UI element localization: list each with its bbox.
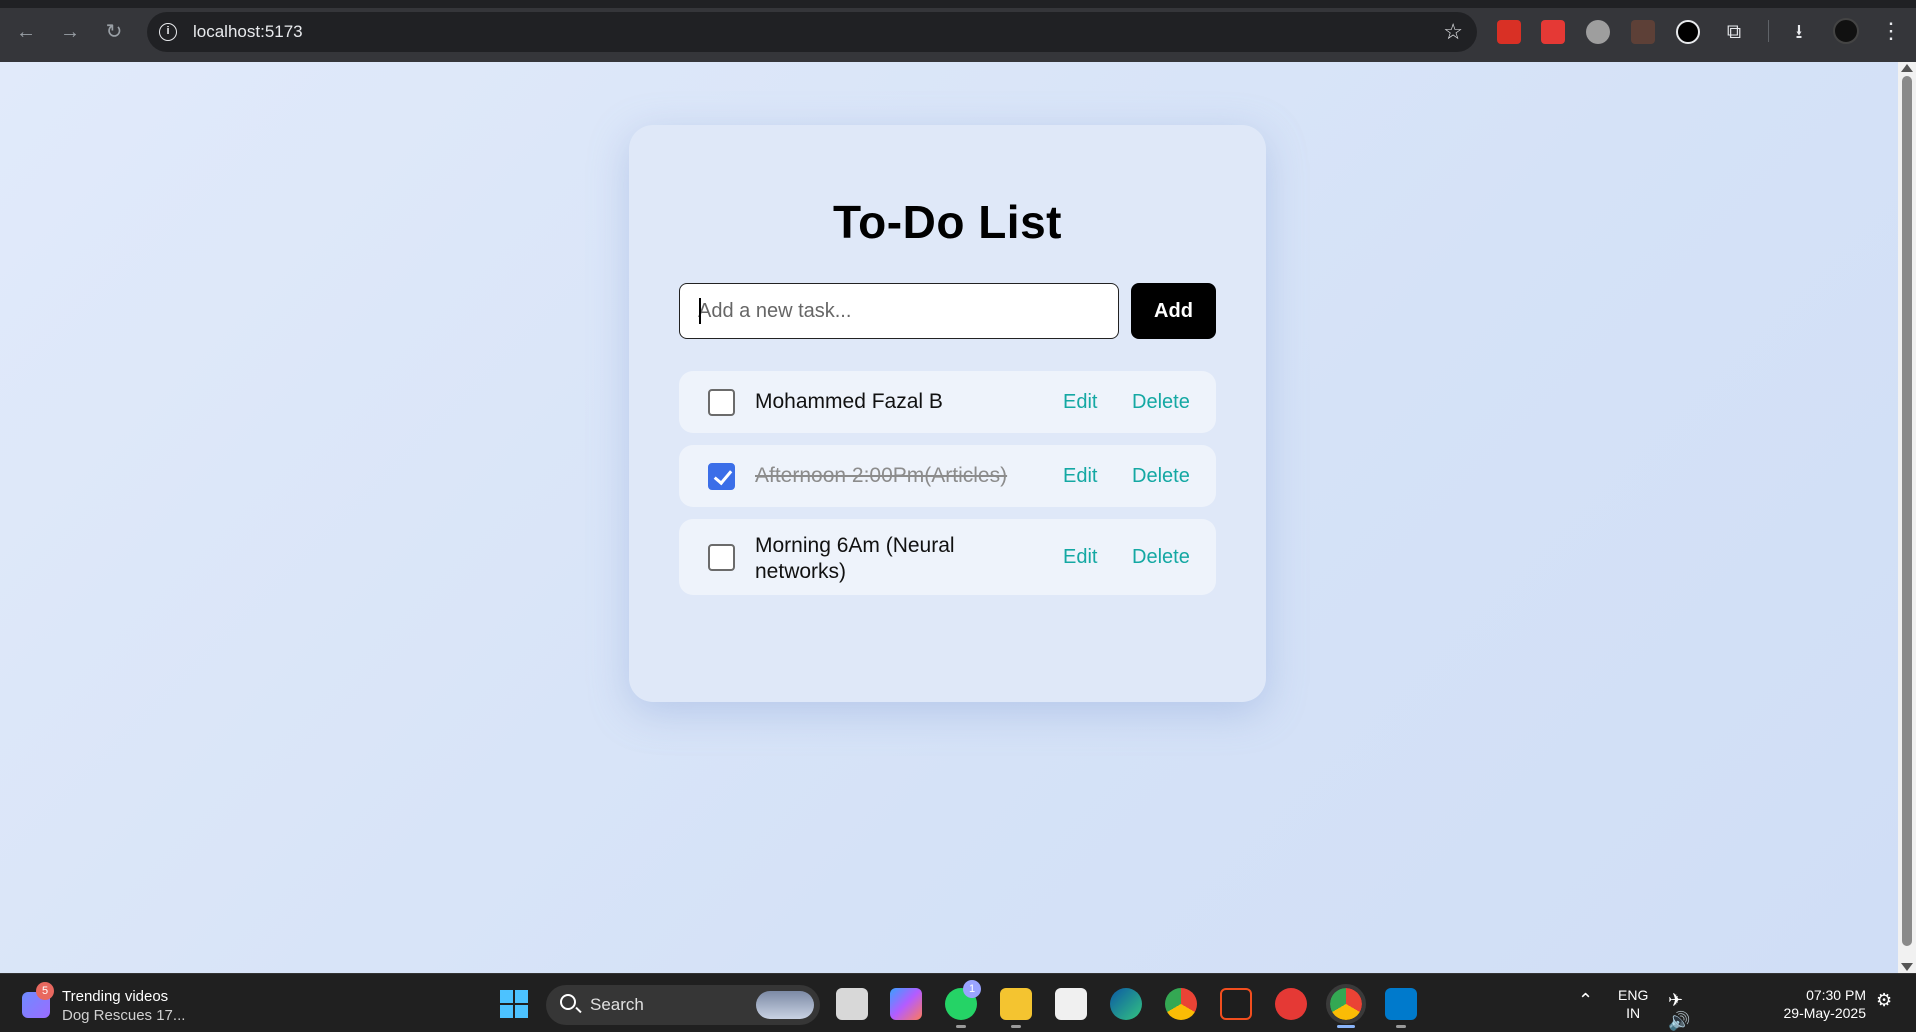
forward-icon[interactable]: → bbox=[58, 20, 82, 44]
delete-button[interactable]: Delete bbox=[1132, 546, 1190, 569]
edit-button[interactable]: Edit bbox=[1063, 465, 1097, 488]
file-explorer-icon[interactable] bbox=[1000, 988, 1032, 1028]
region-code: IN bbox=[1626, 1005, 1641, 1021]
task-item: Afternoon 2:00Pm(Articles) Edit Delete bbox=[679, 445, 1216, 507]
tab-strip bbox=[0, 0, 1916, 8]
notification-icon[interactable]: ⚙ bbox=[1876, 990, 1892, 1011]
figma-icon[interactable] bbox=[1220, 988, 1252, 1020]
running-indicator bbox=[1396, 1025, 1406, 1028]
delete-button[interactable]: Delete bbox=[1132, 391, 1190, 414]
browser-toolbar: ← → ↻ i localhost:5173 ☆ ⧉ ⭳ ⋮ bbox=[0, 0, 1916, 62]
edit-button[interactable]: Edit bbox=[1063, 391, 1097, 414]
reload-icon[interactable]: ↻ bbox=[102, 20, 126, 44]
edge-icon[interactable] bbox=[1110, 988, 1142, 1020]
news-subtitle: Dog Rescues 17... bbox=[62, 1007, 186, 1024]
page-viewport: To-Do List Add Mohammed Fazal B Edit Del… bbox=[0, 62, 1898, 973]
news-title: Trending videos bbox=[62, 988, 169, 1005]
delete-button[interactable]: Delete bbox=[1132, 465, 1190, 488]
running-indicator bbox=[1011, 1025, 1021, 1028]
site-info-icon[interactable]: i bbox=[159, 23, 177, 41]
chrome-active-icon[interactable] bbox=[1326, 984, 1366, 1028]
task-item: Mohammed Fazal B Edit Delete bbox=[679, 371, 1216, 433]
vscode-icon[interactable] bbox=[1385, 988, 1417, 1028]
news-widget[interactable]: 5 Trending videos Dog Rescues 17... bbox=[22, 982, 222, 1026]
scroll-up-arrow-icon[interactable] bbox=[1901, 64, 1913, 72]
task-view-icon[interactable] bbox=[836, 988, 868, 1020]
profile-avatar[interactable] bbox=[1833, 18, 1859, 44]
page-scrollbar[interactable] bbox=[1898, 62, 1916, 973]
start-button[interactable] bbox=[500, 990, 528, 1018]
address-bar[interactable]: i localhost:5173 ☆ bbox=[147, 12, 1477, 52]
extension-red-icon[interactable] bbox=[1497, 20, 1521, 44]
scroll-down-arrow-icon[interactable] bbox=[1901, 963, 1913, 971]
clock[interactable]: 07:30 PM 29-May-2025 bbox=[1766, 986, 1867, 1022]
whatsapp-icon[interactable]: 1 bbox=[945, 980, 981, 1028]
whatsapp-badge: 1 bbox=[963, 980, 981, 998]
browser-menu-icon[interactable]: ⋮ bbox=[1880, 18, 1902, 44]
chevron-up-icon[interactable]: ⌃ bbox=[1578, 990, 1593, 1011]
task-checkbox-checked[interactable] bbox=[708, 463, 735, 490]
taskbar-search[interactable]: Search bbox=[546, 985, 820, 1025]
new-task-input[interactable] bbox=[679, 283, 1119, 339]
text-caret bbox=[699, 298, 701, 324]
extension-triangle-icon[interactable] bbox=[1676, 20, 1700, 44]
extension-pocket-icon[interactable] bbox=[1541, 20, 1565, 44]
page-title: To-Do List bbox=[833, 196, 1062, 248]
task-checkbox[interactable] bbox=[708, 544, 735, 571]
bookmark-star-icon[interactable]: ☆ bbox=[1443, 20, 1463, 44]
url-text[interactable]: localhost:5173 bbox=[193, 22, 303, 42]
task-text: Mohammed Fazal B bbox=[755, 390, 943, 413]
running-indicator bbox=[956, 1025, 966, 1028]
toolbar-divider bbox=[1768, 20, 1769, 42]
network-volume-battery-icons[interactable]: ✈🔊▭ bbox=[1668, 990, 1698, 1032]
copilot-icon[interactable] bbox=[890, 988, 922, 1020]
taskbar: 5 Trending videos Dog Rescues 17... Sear… bbox=[0, 973, 1916, 1032]
extensions-puzzle-icon[interactable]: ⧉ bbox=[1722, 20, 1746, 44]
language-code: ENG bbox=[1618, 987, 1649, 1003]
download-icon[interactable]: ⭳ bbox=[1787, 20, 1811, 44]
task-text: Afternoon 2:00Pm(Articles) bbox=[755, 464, 1008, 487]
task-checkbox[interactable] bbox=[708, 389, 735, 416]
task-text: Morning 6Am (Neural networks) bbox=[755, 534, 955, 583]
wps-office-icon[interactable] bbox=[1275, 988, 1307, 1020]
task-item: Morning 6Am (Neural networks) Edit Delet… bbox=[679, 519, 1216, 595]
back-icon[interactable]: ← bbox=[14, 20, 38, 44]
scrollbar-thumb[interactable] bbox=[1902, 76, 1912, 946]
todo-card: To-Do List Add Mohammed Fazal B Edit Del… bbox=[629, 125, 1266, 702]
microsoft-store-icon[interactable] bbox=[1055, 988, 1087, 1020]
chrome-icon[interactable] bbox=[1165, 988, 1197, 1020]
add-task-button[interactable]: Add bbox=[1131, 283, 1216, 339]
clock-time: 07:30 PM bbox=[1806, 987, 1866, 1003]
search-highlight-image bbox=[756, 991, 814, 1019]
search-label: Search bbox=[590, 995, 644, 1014]
extension-hat-icon[interactable] bbox=[1631, 20, 1655, 44]
active-indicator bbox=[1337, 1025, 1355, 1028]
search-icon bbox=[560, 994, 576, 1010]
clock-date: 29-May-2025 bbox=[1783, 1005, 1867, 1021]
edit-button[interactable]: Edit bbox=[1063, 546, 1097, 569]
extension-grey-icon[interactable] bbox=[1586, 20, 1610, 44]
language-indicator[interactable]: ENG IN bbox=[1618, 986, 1648, 1022]
news-badge: 5 bbox=[36, 982, 54, 1000]
